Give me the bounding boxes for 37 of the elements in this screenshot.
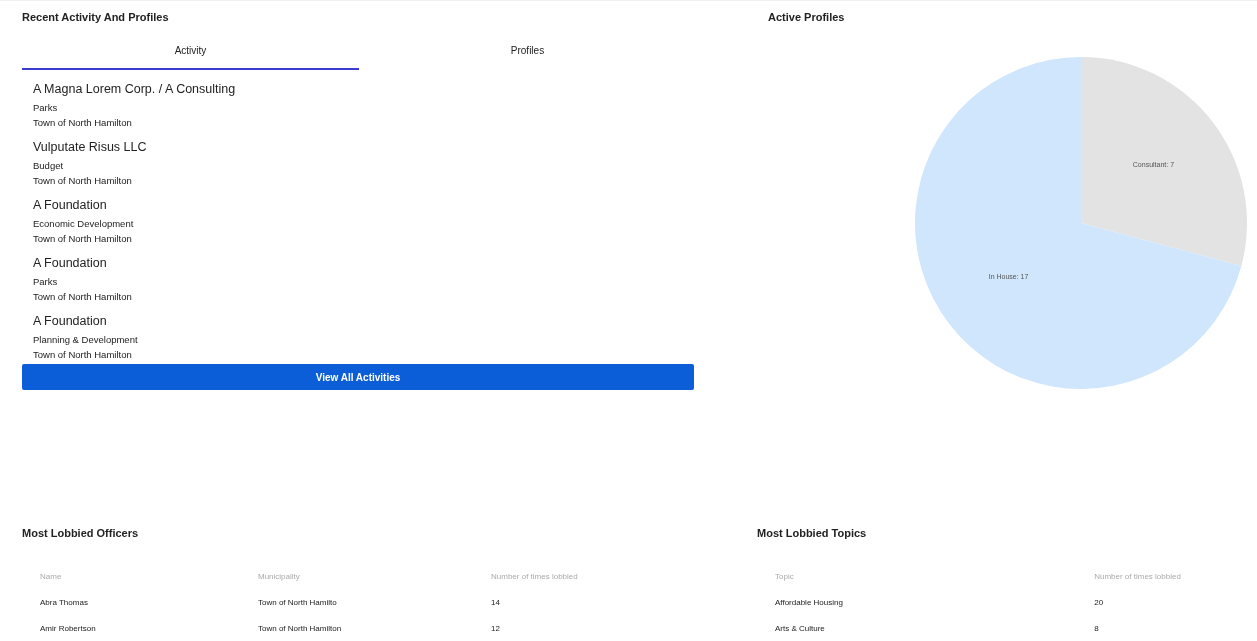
municipality-text: Town of North Hamilton — [33, 175, 133, 186]
topic-text: Parks — [33, 102, 59, 113]
table-cell-text: Abra Thomas — [39, 597, 89, 607]
municipality-text: Town of North Hamilton — [33, 117, 133, 128]
municipality-text: Town of North Hamilton — [33, 291, 133, 302]
table-cell-text: 8 — [1093, 623, 1100, 633]
topic-text: Parks — [33, 276, 59, 287]
organization-name: Vulputate Risus LLC — [33, 140, 148, 154]
tab[interactable]: Profiles — [359, 37, 696, 70]
organization-name: A Foundation — [33, 314, 108, 328]
panel-title: Active Profiles — [768, 11, 846, 23]
table-cell-text: 12 — [490, 623, 501, 633]
table-cell-text: Town of North Hamilton — [257, 623, 343, 633]
column-header[interactable]: Topic — [757, 571, 1077, 581]
organization-name: A Foundation — [33, 256, 108, 270]
municipality-text: Town of North Hamilton — [33, 233, 133, 244]
organization-name: A Foundation — [33, 198, 108, 212]
table-cell-text: 20 — [1093, 597, 1105, 607]
table-cell-text: 14 — [490, 597, 501, 607]
municipality-text: Town of North Hamilton — [33, 349, 133, 360]
table-cell-text: Amir Robertson — [39, 623, 97, 633]
topic-text: Economic Development — [33, 218, 135, 229]
view-all-button[interactable]: View All Activities — [22, 364, 694, 390]
tab[interactable]: Activity — [22, 37, 359, 70]
table-cell-text: Affordable Housing — [774, 597, 844, 607]
topic-text: Budget — [33, 160, 65, 171]
table-cell-text: Town of North Hamilto — [257, 597, 338, 607]
table-cell-text: Arts & Culture — [774, 623, 826, 633]
column-header[interactable]: Number of times lobbied — [473, 571, 691, 581]
column-header[interactable]: Name — [22, 571, 240, 581]
organization-name: A Magna Lorem Corp. / A Consulting — [33, 82, 237, 96]
column-header[interactable]: Number of times lobbied — [1076, 571, 1257, 581]
column-header[interactable]: Municipality — [240, 571, 473, 581]
topic-text: Planning & Development — [33, 334, 139, 345]
panel-title: Recent Activity And Profiles — [22, 11, 170, 23]
section-title: Most Lobbied Topics — [757, 527, 868, 539]
section-title: Most Lobbied Officers — [22, 527, 140, 539]
